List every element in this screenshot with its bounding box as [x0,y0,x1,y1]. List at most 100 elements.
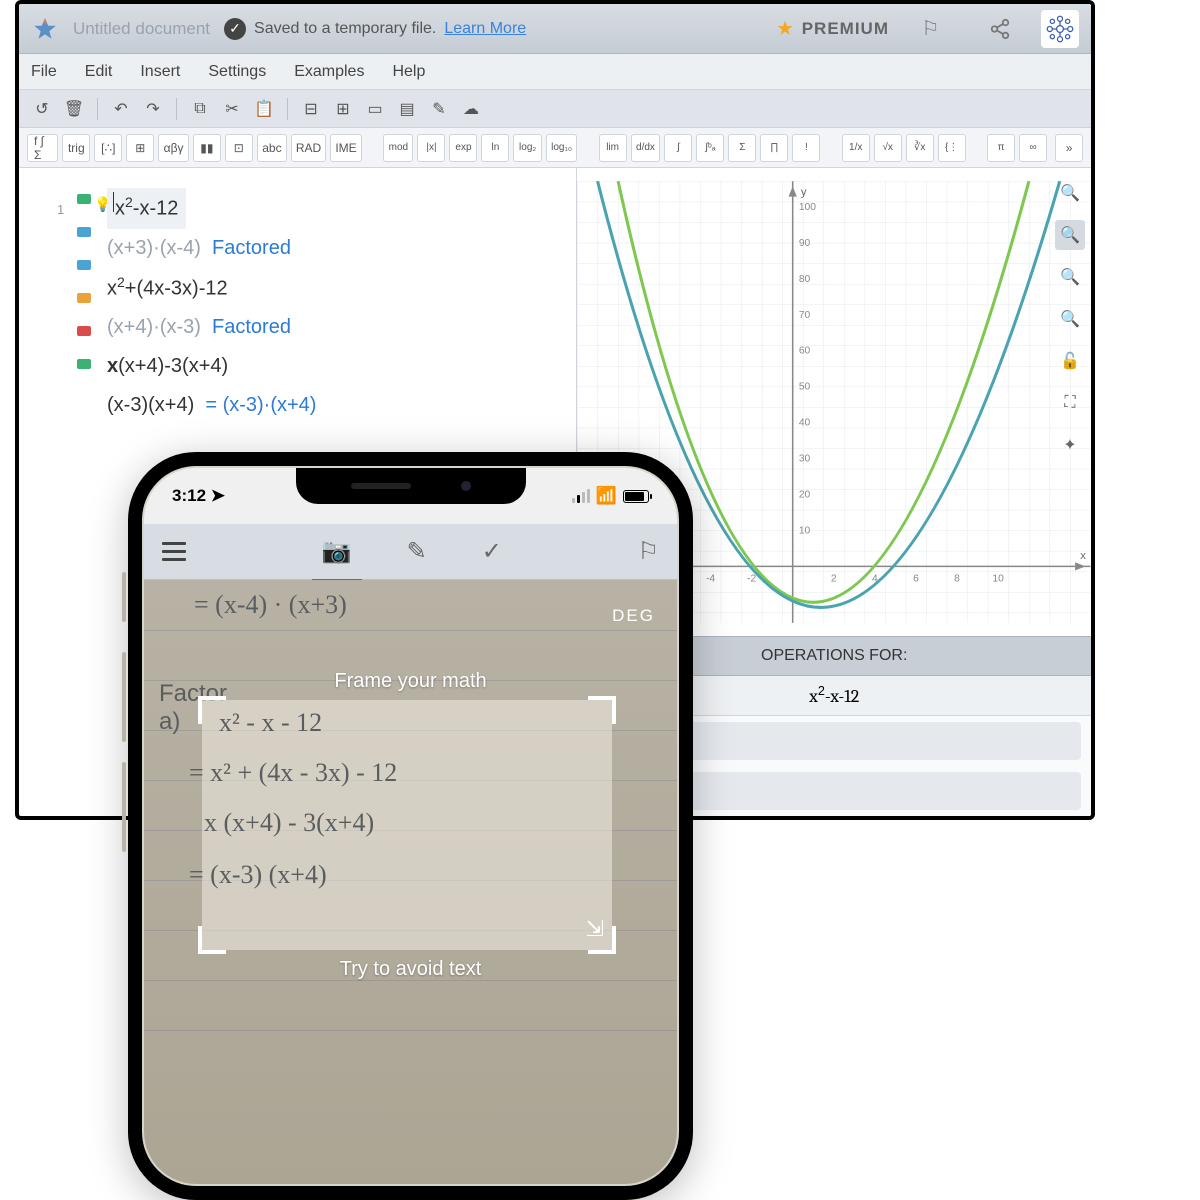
gutter-mark[interactable] [77,359,91,369]
resize-handle-icon[interactable]: ⇲ [586,916,604,942]
camera-icon[interactable]: 📷 [322,537,352,566]
mb-functions[interactable]: f ∫ Σ [27,134,58,162]
location-icon: ➤ [211,486,225,505]
history-icon[interactable]: ↺ [29,96,55,122]
document-title[interactable]: Untitled document [73,19,210,39]
mb-pi[interactable]: π [987,134,1015,162]
eq-line[interactable]: x(x+4)-3(x+4) [107,347,566,386]
menu-settings[interactable]: Settings [208,63,266,81]
menu-icon[interactable] [162,542,186,561]
gutter-mark[interactable] [77,293,91,303]
eq-line[interactable]: (x-3)(x+4) = (x-3)·(x+4) [107,386,566,425]
svg-text:-4: -4 [706,574,715,585]
check-icon[interactable]: ✓ [482,537,502,566]
save-status-text: Saved to a temporary file. [254,20,436,38]
menu-examples[interactable]: Examples [294,63,364,81]
mb-ln[interactable]: ln [481,134,509,162]
mb-rad[interactable]: RAD [291,134,326,162]
mb-abs[interactable]: |x| [417,134,445,162]
share-button[interactable] [972,9,1027,49]
eq-line[interactable]: x2-x-12 [107,188,186,229]
eq-line[interactable]: x2+(4x-3x)-12 [107,268,566,309]
hint-text: Try to avoid text [340,958,482,981]
gutter-mark[interactable] [77,326,91,336]
menu-insert[interactable]: Insert [140,63,180,81]
pencil-icon[interactable]: ✎ [407,537,427,566]
flag-icon[interactable]: ⚐ [637,537,659,566]
mb-int[interactable]: ∫ [664,134,692,162]
gutter-mark[interactable] [77,227,91,237]
group4-icon[interactable]: ▤ [394,96,420,122]
menu-help[interactable]: Help [392,63,425,81]
mb-abc[interactable]: abc [257,134,287,162]
mb-log2[interactable]: log₂ [513,134,541,162]
mb-fact[interactable]: ! [792,134,820,162]
mb-exp[interactable]: exp [449,134,477,162]
battery-icon [623,490,649,503]
menu-edit[interactable]: Edit [85,63,113,81]
mb-cbrt[interactable]: ∛x [906,134,934,162]
crosshair-icon[interactable]: ✦ [1055,430,1085,460]
learn-more-link[interactable]: Learn More [444,20,526,38]
pencil-icon[interactable]: ✎ [426,96,452,122]
graph-tools: 🔍 🔍 🔍 🔍 🔓 ⛶ ✦ [1055,178,1085,460]
mb-ruler[interactable]: ▮▮ [193,134,221,162]
eq-line[interactable]: (x+3)·(x-4) Factored [107,229,566,268]
mb-deriv[interactable]: d/dx [631,134,661,162]
premium-button[interactable]: ★ PREMIUM [777,19,889,39]
mb-prod[interactable]: ∏ [760,134,788,162]
mb-lim[interactable]: lim [599,134,627,162]
handwriting: = (x-4) · (x+3) [194,590,347,620]
zoom-region-icon[interactable]: 🔍 [1055,304,1085,334]
zoom-in-icon[interactable]: 🔍 [1055,178,1085,208]
zoom-out-icon[interactable]: 🔍 [1055,262,1085,292]
mb-log10[interactable]: log₁₀ [546,134,577,162]
svg-text:60: 60 [799,346,811,357]
mb-ime[interactable]: IME [330,134,362,162]
cut-icon[interactable]: ✂ [219,96,245,122]
camera-view[interactable]: DEG = (x-4) · (x+3) Factor a) Frame your… [144,580,677,1184]
mb-more[interactable]: » [1055,134,1083,162]
equation-block: x2-x-12 (x+3)·(x-4) Factored x2+(4x-3x)-… [107,188,566,425]
group2-icon[interactable]: ⊞ [330,96,356,122]
svg-text:2: 2 [831,574,837,585]
mb-calc[interactable]: ⊡ [225,134,253,162]
gutter-mark[interactable] [77,194,91,204]
eq-line[interactable]: (x+4)·(x-3) Factored [107,308,566,347]
mb-matrix[interactable]: [∴] [94,134,122,162]
zoom-fit-icon[interactable]: 🔍 [1055,220,1085,250]
svg-text:6: 6 [914,574,920,585]
svg-text:y: y [801,187,807,199]
user-avatar[interactable] [1041,10,1079,48]
mb-trig[interactable]: trig [62,134,90,162]
mathbar: f ∫ Σ trig [∴] ⊞ αβγ ▮▮ ⊡ abc RAD IME mo… [19,128,1091,168]
mb-brace[interactable]: {⋮ [938,134,966,162]
mb-mod[interactable]: mod [383,134,413,162]
gutter [77,194,91,369]
flag-button[interactable]: ⚐ [903,9,958,49]
group3-icon[interactable]: ▭ [362,96,388,122]
menu-file[interactable]: File [31,63,57,81]
mb-frac[interactable]: 1/x [842,134,870,162]
mb-sqrt[interactable]: √x [874,134,902,162]
svg-text:20: 20 [799,490,811,501]
lock-icon[interactable]: 🔓 [1055,346,1085,376]
redo-icon[interactable]: ↷ [140,96,166,122]
gutter-mark[interactable] [77,260,91,270]
fullscreen-icon[interactable]: ⛶ [1055,388,1085,418]
copy-icon[interactable]: ⧉ [187,96,213,122]
mb-table[interactable]: ⊞ [126,134,154,162]
mb-inf[interactable]: ∞ [1019,134,1047,162]
trash-icon[interactable]: 🗑 [61,96,87,122]
svg-text:-2: -2 [747,574,756,585]
svg-text:30: 30 [799,454,811,465]
group1-icon[interactable]: ⊟ [298,96,324,122]
hint-text: Frame your math [334,670,486,693]
mb-sum[interactable]: Σ [728,134,756,162]
handwriting: = (x-3) (x+4) [189,860,327,890]
mb-defint[interactable]: ∫ᵇₐ [696,134,724,162]
mb-greek[interactable]: αβγ [158,134,189,162]
undo-icon[interactable]: ↶ [108,96,134,122]
paste-icon[interactable]: 📋 [251,96,277,122]
cloud-icon[interactable]: ☁ [458,96,484,122]
